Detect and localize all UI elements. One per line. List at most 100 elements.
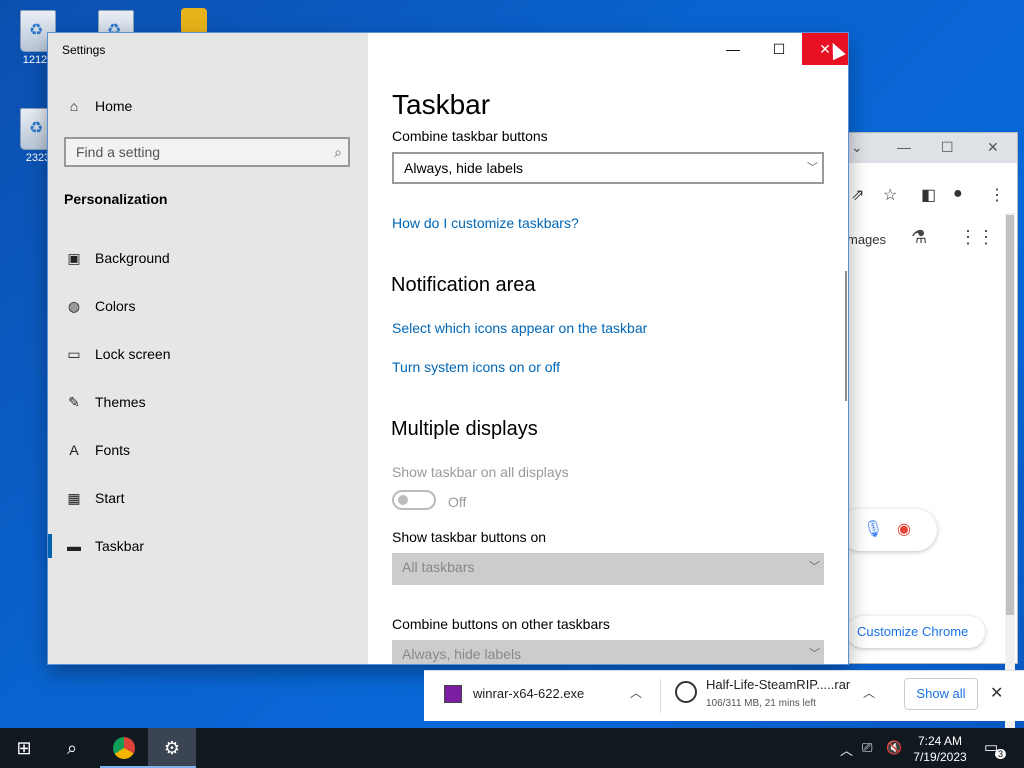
taskbar: ⊞ ⌕ ⚙ ︿ ⎚ 🔇 7:24 AM 7/19/2023 ▭ 3: [0, 728, 1024, 768]
content-scrollbar[interactable]: [845, 271, 847, 401]
download-status: 106/311 MB, 21 mins left: [706, 698, 816, 709]
download-bar: winrar-x64-622.exe ︿ Half-Life-SteamRIP.…: [424, 670, 1024, 721]
settings-taskbar-button[interactable]: ⚙: [148, 728, 196, 768]
nav-themes[interactable]: ✎ Themes: [48, 380, 368, 424]
minimize-button[interactable]: —: [710, 33, 756, 65]
search-placeholder: Find a setting: [76, 144, 161, 160]
clock-date[interactable]: 7/19/2023: [908, 750, 972, 764]
apps-grid-icon[interactable]: ⋮⋮: [959, 227, 995, 248]
chevron-up-icon[interactable]: ︿: [840, 740, 853, 759]
nav-label: Lock screen: [95, 346, 171, 362]
chrome-taskbar-button[interactable]: [100, 728, 148, 768]
network-icon[interactable]: ⎚: [862, 740, 872, 756]
minimize-icon[interactable]: —: [897, 139, 911, 155]
toggle-knob: [398, 495, 408, 505]
share-icon[interactable]: ⇗: [851, 185, 864, 205]
nav-home[interactable]: ⌂ Home: [48, 84, 368, 128]
search-button[interactable]: ⌕: [48, 728, 96, 768]
nav-label: Themes: [95, 394, 146, 410]
winrar-icon: [444, 685, 462, 703]
download-item[interactable]: winrar-x64-622.exe ︿: [424, 671, 660, 721]
search-icon: ⌕: [334, 144, 342, 160]
show-buttons-label: Show taskbar buttons on: [392, 529, 547, 545]
minimize-icon: —: [726, 41, 740, 57]
maximize-button[interactable]: ☐: [756, 33, 802, 65]
star-icon[interactable]: ☆: [883, 185, 897, 205]
customize-taskbars-link[interactable]: How do I customize taskbars?: [392, 215, 579, 231]
download-name: winrar-x64-622.exe: [473, 686, 585, 701]
nav-label: Colors: [95, 298, 136, 314]
nav-home-label: Home: [95, 98, 133, 114]
desktop-icon-lock[interactable]: [164, 8, 224, 36]
side-panel-icon[interactable]: ◧: [921, 185, 936, 205]
settings-sidebar: Settings ⌂ Home Find a setting ⌕ Persona…: [48, 33, 368, 664]
nav-label: Background: [95, 250, 170, 266]
maximize-icon[interactable]: ☐: [941, 139, 954, 156]
chevron-down-icon: ﹀: [809, 561, 820, 573]
nav-label: Fonts: [95, 442, 131, 458]
start-button[interactable]: ⊞: [0, 728, 48, 768]
chevron-up-icon[interactable]: ︿: [863, 684, 875, 701]
download-name: Half-Life-SteamRIP.....rar: [706, 677, 851, 692]
search-icon: ⌕: [66, 738, 78, 758]
windows-icon: ⊞: [16, 738, 32, 758]
taskbar-icon: ▬: [67, 538, 81, 554]
window-title: Settings: [62, 43, 106, 57]
nav-start[interactable]: ▦ Start: [48, 476, 368, 520]
nav-colors[interactable]: ◍ Colors: [48, 284, 368, 328]
search-input[interactable]: Find a setting ⌕: [64, 137, 350, 167]
nav-taskbar[interactable]: ▬ Taskbar: [48, 524, 368, 568]
chrome-window[interactable]: ⌄ — ☐ ✕ ⇗ ☆ ◧ ● ⋮ mages ⚗ ⋮⋮ 🎙 ◉ Customi…: [839, 132, 1018, 733]
section-heading: Personalization: [64, 191, 168, 207]
volume-icon[interactable]: 🔇: [886, 740, 902, 756]
show-all-displays-toggle[interactable]: [392, 490, 436, 510]
page-title: Taskbar: [392, 89, 491, 120]
nav-label: Start: [95, 490, 125, 506]
images-link[interactable]: mages: [847, 232, 886, 247]
download-item[interactable]: Half-Life-SteamRIP.....rar 106/311 MB, 2…: [661, 671, 887, 721]
gear-icon: ⚙: [163, 738, 181, 758]
image-icon: ▣: [67, 249, 81, 266]
chrome-scrollbar-thumb[interactable]: [1006, 215, 1014, 615]
show-all-displays-label: Show taskbar on all displays: [392, 464, 569, 480]
labs-icon[interactable]: ⚗: [911, 227, 927, 248]
themes-icon: ✎: [68, 393, 80, 410]
show-buttons-value: All taskbars: [402, 559, 475, 575]
clock-time[interactable]: 7:24 AM: [908, 734, 972, 748]
nav-lock-screen[interactable]: ▭ Lock screen: [48, 332, 368, 376]
profile-icon[interactable]: ●: [953, 185, 963, 203]
select-icons-link[interactable]: Select which icons appear on the taskbar: [392, 320, 647, 336]
close-icon[interactable]: ✕: [987, 139, 999, 156]
camera-icon[interactable]: ◉: [897, 519, 911, 539]
close-icon[interactable]: ✕: [990, 683, 1003, 703]
combine-dropdown[interactable]: Always, hide labels ﹀: [392, 152, 824, 184]
system-icons-link[interactable]: Turn system icons on or off: [392, 359, 560, 375]
show-buttons-dropdown[interactable]: All taskbars ﹀: [392, 553, 824, 585]
combine-value: Always, hide labels: [404, 160, 524, 176]
chevron-down-icon: ﹀: [807, 162, 818, 174]
show-all-button[interactable]: Show all: [904, 678, 978, 710]
nav-fonts[interactable]: A Fonts: [48, 428, 368, 472]
palette-icon: ◍: [67, 297, 81, 314]
lock-icon: [181, 8, 207, 34]
menu-icon[interactable]: ⋮: [989, 185, 1005, 205]
search-box[interactable]: 🎙 ◉: [839, 509, 937, 551]
chevron-up-icon[interactable]: ︿: [630, 684, 642, 701]
chevron-down-icon: ﹀: [809, 648, 820, 660]
combine-other-label: Combine buttons on other taskbars: [392, 616, 610, 632]
start-icon: ▦: [67, 489, 81, 506]
mic-icon[interactable]: 🎙: [863, 519, 883, 539]
combine-other-dropdown[interactable]: Always, hide labels ﹀: [392, 640, 824, 664]
nav-label: Taskbar: [95, 538, 145, 554]
home-icon: ⌂: [69, 98, 79, 114]
nav-background[interactable]: ▣ Background: [48, 236, 368, 280]
settings-content: — ☐ ✕ Taskbar Combine taskbar buttons Al…: [368, 33, 848, 664]
notification-heading: Notification area: [391, 274, 536, 296]
notification-count: 3: [995, 749, 1007, 759]
customize-chrome-button[interactable]: Customize Chrome: [847, 616, 985, 648]
maximize-icon: ☐: [772, 41, 786, 57]
combine-label: Combine taskbar buttons: [392, 128, 548, 144]
settings-window[interactable]: Settings ⌂ Home Find a setting ⌕ Persona…: [48, 33, 848, 664]
chevron-down-icon[interactable]: ⌄: [851, 139, 863, 156]
fonts-icon: A: [69, 442, 79, 458]
